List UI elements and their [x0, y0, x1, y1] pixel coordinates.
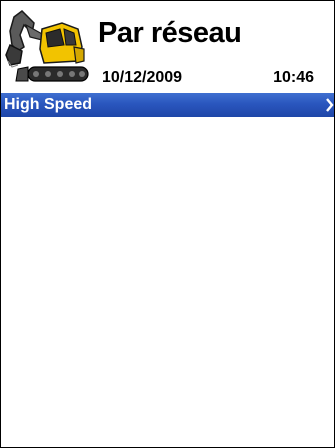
network-list: High Speed — [1, 93, 334, 117]
excavator-icon — [5, 10, 89, 82]
page-title: Par réseau — [98, 17, 242, 49]
time-label: 10:46 — [273, 69, 314, 86]
date-label: 10/12/2009 — [102, 69, 183, 86]
list-item-high-speed[interactable]: High Speed — [1, 93, 334, 117]
device-screen: Par réseau 10/12/2009 10:46 High Speed — [0, 0, 335, 448]
header: Par réseau 10/12/2009 10:46 — [1, 1, 334, 92]
chevron-right-icon — [326, 98, 334, 112]
list-item-label: High Speed — [4, 96, 93, 113]
